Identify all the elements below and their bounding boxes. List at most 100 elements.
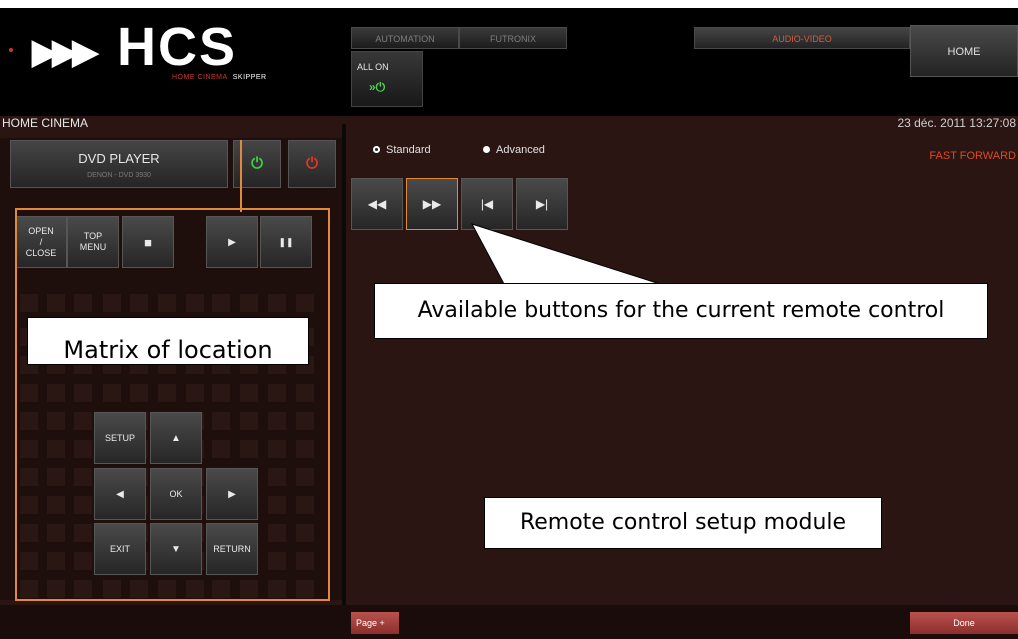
matrix-slot[interactable] <box>158 384 176 402</box>
matrix-slot[interactable] <box>296 496 314 514</box>
matrix-slot[interactable] <box>103 384 121 402</box>
down-arrow-button[interactable]: ▼ <box>150 523 202 575</box>
matrix-slot[interactable] <box>240 580 258 598</box>
matrix-slot[interactable] <box>20 440 38 458</box>
matrix-slot[interactable] <box>186 384 204 402</box>
page-plus-button[interactable]: Page + <box>351 612 399 634</box>
matrix-slot[interactable] <box>296 524 314 542</box>
matrix-slot[interactable] <box>20 496 38 514</box>
available-next-button[interactable]: ▶| <box>516 178 568 230</box>
matrix-slot[interactable] <box>268 440 286 458</box>
callout-available-buttons: Available buttons for the current remote… <box>374 283 988 339</box>
matrix-slot[interactable] <box>74 580 92 598</box>
nav-automation-button[interactable]: AUTOMATION <box>351 27 459 49</box>
matrix-slot[interactable] <box>240 294 258 312</box>
matrix-slot[interactable] <box>186 294 204 312</box>
matrix-slot[interactable] <box>212 440 230 458</box>
mode-standard-radio[interactable]: Standard <box>373 144 431 156</box>
stop-button[interactable]: ■ <box>122 216 174 268</box>
matrix-slot[interactable] <box>47 552 65 570</box>
matrix-slot[interactable] <box>296 468 314 486</box>
return-button[interactable]: RETURN <box>206 523 258 575</box>
matrix-slot[interactable] <box>296 412 314 430</box>
logo-text: HCS <box>117 17 238 77</box>
done-button[interactable]: Done <box>910 612 1018 634</box>
matrix-slot[interactable] <box>268 384 286 402</box>
available-rewind-button[interactable]: ◀◀ <box>351 178 403 230</box>
matrix-slot[interactable] <box>47 294 65 312</box>
top-menu-button[interactable]: TOP MENU <box>67 216 119 268</box>
matrix-slot[interactable] <box>74 552 92 570</box>
matrix-slot[interactable] <box>74 412 92 430</box>
ok-button[interactable]: OK <box>150 468 202 520</box>
matrix-slot[interactable] <box>74 440 92 458</box>
matrix-slot[interactable] <box>158 294 176 312</box>
matrix-slot[interactable] <box>47 468 65 486</box>
matrix-slot[interactable] <box>212 580 230 598</box>
matrix-slot[interactable] <box>296 384 314 402</box>
matrix-slot[interactable] <box>130 580 148 598</box>
matrix-slot[interactable] <box>20 524 38 542</box>
setup-button[interactable]: SETUP <box>94 412 146 464</box>
matrix-slot[interactable] <box>20 384 38 402</box>
matrix-slot[interactable] <box>296 552 314 570</box>
all-on-button[interactable]: ALL ON »⏻ <box>351 51 423 107</box>
matrix-slot[interactable] <box>47 384 65 402</box>
matrix-slot[interactable] <box>20 552 38 570</box>
matrix-slot[interactable] <box>103 294 121 312</box>
matrix-slot[interactable] <box>240 440 258 458</box>
matrix-slot[interactable] <box>47 580 65 598</box>
available-fast-forward-button[interactable]: ▶▶ <box>406 178 458 230</box>
matrix-slot[interactable] <box>74 524 92 542</box>
nav-audio-video-button[interactable]: AUDIO-VIDEO <box>694 27 910 49</box>
matrix-slot[interactable] <box>268 552 286 570</box>
matrix-slot[interactable] <box>268 580 286 598</box>
up-arrow-button[interactable]: ▲ <box>150 412 202 464</box>
power-on-button[interactable]: ⏻ <box>233 140 281 188</box>
matrix-slot[interactable] <box>268 412 286 430</box>
matrix-slot[interactable] <box>268 496 286 514</box>
matrix-slot[interactable] <box>47 496 65 514</box>
play-button[interactable]: ▶ <box>206 216 258 268</box>
mode-standard-label: Standard <box>386 144 431 156</box>
home-button[interactable]: HOME <box>910 25 1018 77</box>
matrix-slot[interactable] <box>296 440 314 458</box>
left-arrow-button[interactable]: ◀ <box>94 468 146 520</box>
matrix-slot[interactable] <box>268 524 286 542</box>
right-arrow-button[interactable]: ▶ <box>206 468 258 520</box>
matrix-slot[interactable] <box>47 440 65 458</box>
matrix-slot[interactable] <box>296 294 314 312</box>
matrix-slot[interactable] <box>47 412 65 430</box>
matrix-slot[interactable] <box>20 412 38 430</box>
matrix-slot[interactable] <box>74 496 92 514</box>
open-close-button[interactable]: OPEN / CLOSE <box>15 216 67 268</box>
matrix-slot[interactable] <box>240 412 258 430</box>
bottom-bar <box>0 605 1018 639</box>
device-selector-button[interactable]: DVD PLAYER DENON - DVD 3930 <box>10 140 228 188</box>
matrix-slot[interactable] <box>212 294 230 312</box>
matrix-slot[interactable] <box>212 384 230 402</box>
matrix-slot[interactable] <box>74 468 92 486</box>
power-off-button[interactable]: ⏻ <box>288 140 336 188</box>
nav-futronix-button[interactable]: FUTRONIX <box>459 27 567 49</box>
matrix-slot[interactable] <box>47 524 65 542</box>
matrix-slot[interactable] <box>130 384 148 402</box>
mode-advanced-radio[interactable]: Advanced <box>483 144 545 156</box>
matrix-slot[interactable] <box>158 580 176 598</box>
matrix-slot[interactable] <box>130 294 148 312</box>
matrix-slot[interactable] <box>268 468 286 486</box>
matrix-slot[interactable] <box>240 384 258 402</box>
matrix-slot[interactable] <box>74 294 92 312</box>
matrix-slot[interactable] <box>20 294 38 312</box>
matrix-slot[interactable] <box>268 294 286 312</box>
matrix-slot[interactable] <box>212 412 230 430</box>
matrix-slot[interactable] <box>296 580 314 598</box>
matrix-slot[interactable] <box>186 580 204 598</box>
matrix-slot[interactable] <box>74 384 92 402</box>
pause-button[interactable]: ❚❚ <box>260 216 312 268</box>
matrix-slot[interactable] <box>103 580 121 598</box>
matrix-slot[interactable] <box>20 468 38 486</box>
matrix-slot[interactable] <box>20 580 38 598</box>
exit-button[interactable]: EXIT <box>94 523 146 575</box>
available-previous-button[interactable]: |◀ <box>461 178 513 230</box>
